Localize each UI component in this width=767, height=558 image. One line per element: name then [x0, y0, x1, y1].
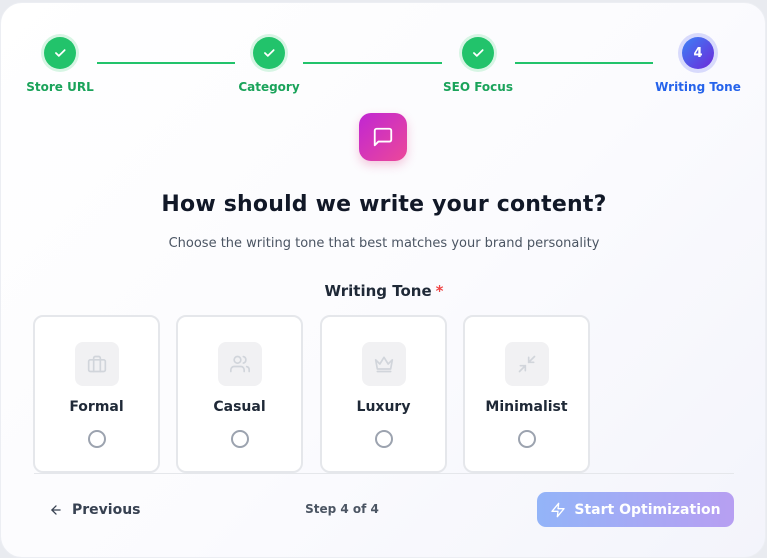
page-title: How should we write your content?	[161, 192, 607, 217]
step-complete-indicator	[44, 37, 76, 69]
check-icon	[473, 49, 484, 57]
start-optimization-label: Start Optimization	[574, 501, 721, 518]
tone-option-luxury[interactable]: Luxury	[320, 315, 447, 473]
users-icon	[218, 342, 262, 386]
step-label: Store URL	[26, 80, 94, 94]
start-optimization-button[interactable]: Start Optimization	[537, 492, 734, 527]
tone-radio[interactable]	[375, 430, 393, 448]
tone-radio[interactable]	[88, 430, 106, 448]
tone-option-minimalist[interactable]: Minimalist	[463, 315, 590, 473]
check-icon	[264, 49, 275, 57]
required-marker: *	[435, 282, 444, 300]
step-complete-indicator	[462, 37, 494, 69]
message-square-icon	[359, 113, 407, 161]
zap-icon	[551, 502, 566, 517]
check-icon	[55, 49, 66, 57]
wizard-card: Store URL Category SEO Focus 4 Writing T…	[0, 2, 766, 558]
previous-label: Previous	[72, 502, 141, 518]
tone-option-casual[interactable]: Casual	[176, 315, 303, 473]
step-writing-tone: 4 Writing Tone	[638, 37, 758, 94]
page-subtitle: Choose the writing tone that best matche…	[168, 236, 600, 251]
arrow-left-icon	[51, 505, 61, 515]
step-seo-focus: SEO Focus	[418, 37, 538, 94]
briefcase-icon	[75, 342, 119, 386]
tone-label: Luxury	[356, 399, 411, 415]
step-store-url: Store URL	[1, 37, 120, 94]
tone-radio[interactable]	[518, 430, 536, 448]
crown-icon	[362, 342, 406, 386]
step-label: Category	[238, 80, 300, 94]
previous-button[interactable]: Previous	[41, 497, 149, 523]
step-complete-indicator	[253, 37, 285, 69]
tone-option-formal[interactable]: Formal	[33, 315, 160, 473]
tone-label: Formal	[69, 399, 124, 415]
tone-label: Minimalist	[485, 399, 568, 415]
step-label: Writing Tone	[655, 80, 741, 94]
tone-label: Casual	[213, 399, 266, 415]
step-number-badge: 4	[682, 37, 714, 69]
field-label-text: Writing Tone	[324, 282, 432, 300]
minimize-icon	[505, 342, 549, 386]
step-label: SEO Focus	[443, 80, 513, 94]
tone-radio[interactable]	[231, 430, 249, 448]
writing-tone-label: Writing Tone *	[1, 282, 765, 300]
step-counter: Step 4 of 4	[305, 502, 379, 516]
step-category: Category	[209, 37, 329, 94]
footer-divider	[34, 473, 734, 474]
